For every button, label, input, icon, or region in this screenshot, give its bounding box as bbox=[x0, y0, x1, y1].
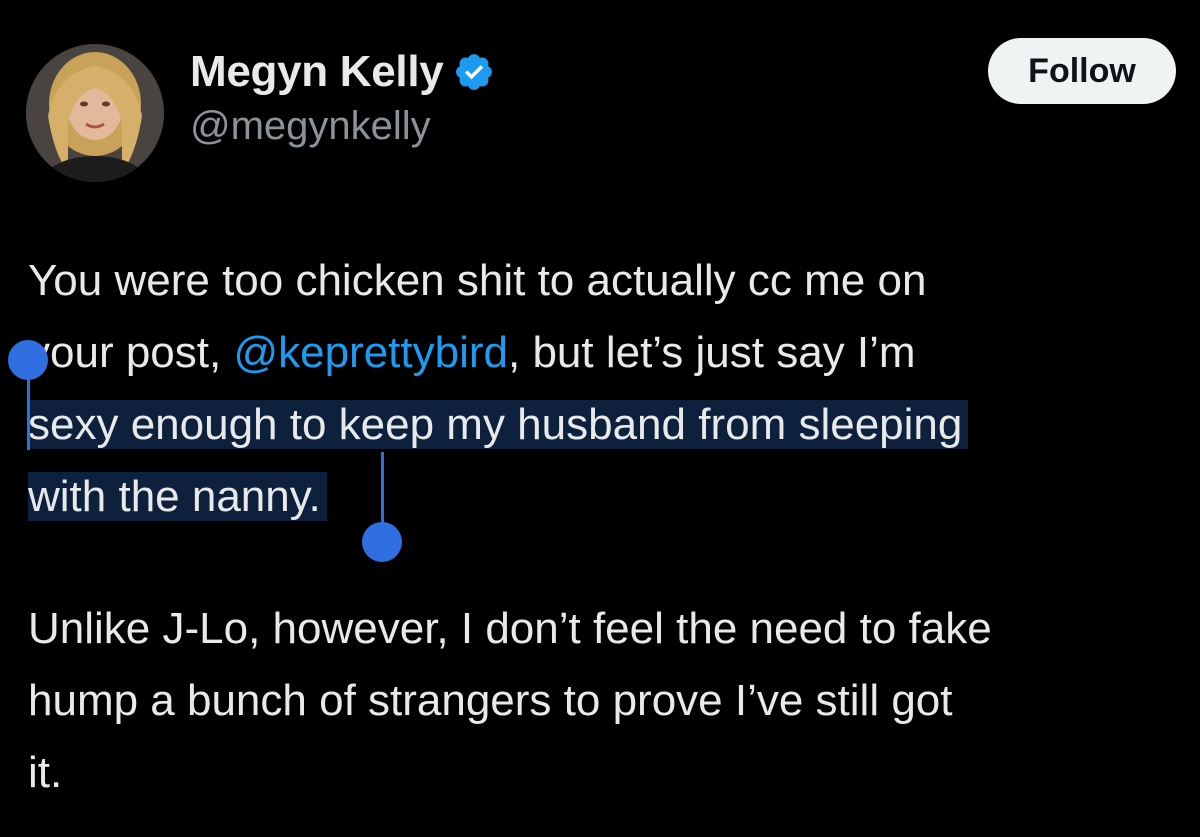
author-info: Megyn Kelly @megynkelly bbox=[190, 44, 495, 149]
tweet-text-segment: it. bbox=[28, 748, 63, 797]
verified-badge-icon[interactable] bbox=[453, 51, 495, 93]
tweet-line: Unlike J-Lo, however, I don’t feel the n… bbox=[28, 593, 1178, 665]
name-row: Megyn Kelly bbox=[190, 44, 495, 100]
tweet-line: sexy enough to keep my husband from slee… bbox=[28, 389, 1178, 461]
user-handle[interactable]: @megynkelly bbox=[190, 104, 495, 149]
tweet-line: it. bbox=[28, 737, 1178, 809]
tweet-header: Megyn Kelly @megynkelly Follow bbox=[26, 30, 1176, 182]
tweet-text: You were too chicken shit to actually cc… bbox=[28, 245, 1178, 809]
selected-text[interactable]: with the nanny. bbox=[28, 472, 327, 521]
mention-link[interactable]: @keprettybird bbox=[233, 328, 508, 377]
tweet-line: hump a bunch of strangers to prove I’ve … bbox=[28, 665, 1178, 737]
tweet-text-segment: hump a bunch of strangers to prove I’ve … bbox=[28, 676, 953, 725]
selection-end-bar[interactable] bbox=[381, 452, 384, 524]
tweet-text-segment: your post, bbox=[28, 328, 234, 377]
tweet-text-segment: You were too chicken shit to actually cc… bbox=[28, 256, 927, 305]
selected-text[interactable]: sexy enough to keep my husband from slee… bbox=[28, 400, 969, 449]
follow-button[interactable]: Follow bbox=[988, 38, 1176, 104]
display-name[interactable]: Megyn Kelly bbox=[190, 47, 444, 97]
selection-end-handle-icon[interactable] bbox=[362, 522, 402, 562]
tweet-line: with the nanny. bbox=[28, 461, 1178, 533]
selection-start-bar[interactable] bbox=[27, 370, 30, 450]
profile-photo bbox=[26, 44, 164, 182]
tweet-line: your post, @keprettybird, but let’s just… bbox=[28, 317, 1178, 389]
paragraph-break bbox=[28, 533, 1178, 593]
tweet-text-segment: , but let’s just say I’m bbox=[508, 328, 916, 377]
tweet-text-segment: Unlike J-Lo, however, I don’t feel the n… bbox=[28, 604, 992, 653]
avatar[interactable] bbox=[26, 44, 164, 182]
tweet-line: You were too chicken shit to actually cc… bbox=[28, 245, 1178, 317]
